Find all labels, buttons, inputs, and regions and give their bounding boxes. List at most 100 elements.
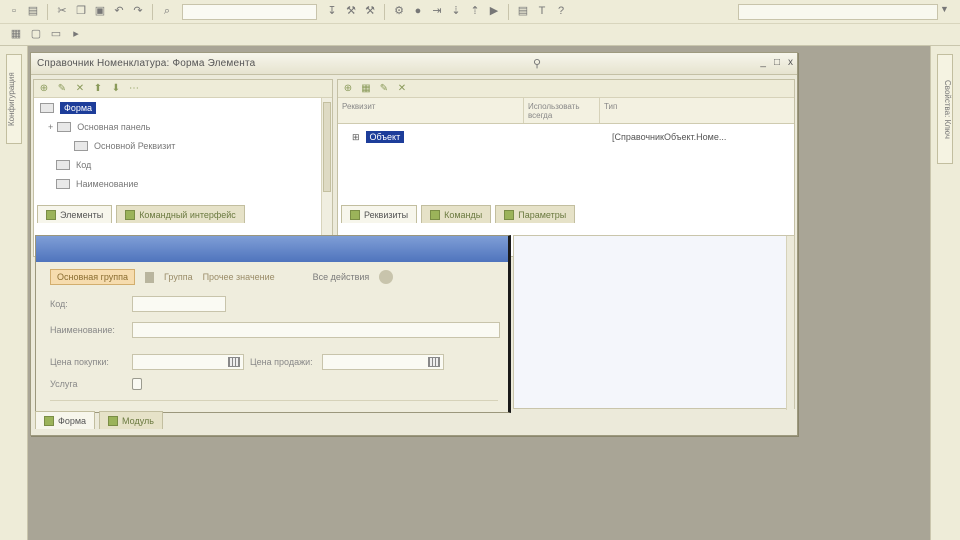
sale-price-label: Цена продажи: bbox=[250, 357, 313, 367]
table-icon[interactable]: ▦ bbox=[360, 83, 372, 95]
service-label: Услуга bbox=[50, 379, 78, 389]
move-up-icon[interactable]: ⬆ bbox=[92, 83, 104, 95]
column-header[interactable]: Реквизит bbox=[338, 98, 524, 123]
tool-icon[interactable]: ⚒ bbox=[343, 4, 359, 20]
scrollbar-thumb[interactable] bbox=[323, 102, 331, 192]
minimize-icon[interactable]: _ bbox=[760, 57, 766, 68]
close-icon[interactable]: x bbox=[788, 57, 793, 68]
breakpoint-icon[interactable]: ● bbox=[410, 4, 426, 20]
all-actions-menu[interactable]: Все действия bbox=[313, 272, 370, 282]
preview-scrollbar[interactable] bbox=[786, 236, 794, 410]
list-tabs: Реквизиты Команды Параметры bbox=[341, 203, 576, 223]
calculator-icon[interactable] bbox=[228, 357, 240, 367]
window-icon[interactable]: ▢ bbox=[28, 27, 44, 43]
parameters-icon bbox=[504, 209, 515, 220]
cut-icon[interactable]: ✂ bbox=[54, 4, 70, 20]
panel-icon bbox=[57, 121, 72, 132]
tab-form[interactable]: Форма bbox=[35, 411, 96, 429]
table-row[interactable]: ⊞ Объект [СправочникОбъект.Номе... bbox=[338, 128, 794, 146]
more-icon[interactable]: ⋯ bbox=[128, 83, 140, 95]
tab-main-group[interactable]: Основная группа bbox=[50, 269, 136, 285]
edit-icon[interactable]: ✎ bbox=[56, 83, 68, 95]
step-icon[interactable]: ⇥ bbox=[429, 4, 445, 20]
tree-item[interactable]: + Основная панель bbox=[34, 117, 332, 136]
arrow-icon[interactable]: ▸ bbox=[68, 27, 84, 43]
step-into-icon[interactable]: ⇣ bbox=[448, 4, 464, 20]
tree-item-label: Код bbox=[76, 159, 92, 170]
service-row: Услуга bbox=[50, 378, 142, 390]
code-input[interactable] bbox=[132, 296, 226, 312]
tab-other[interactable]: Прочее значение bbox=[203, 272, 275, 282]
window-titlebar[interactable]: Справочник Номенклатура: Форма Элемента … bbox=[31, 53, 797, 75]
form-preview-hscroll[interactable] bbox=[50, 400, 498, 408]
find-next-icon[interactable]: ↧ bbox=[324, 4, 340, 20]
sale-price-input[interactable] bbox=[322, 354, 444, 370]
window-icon[interactable]: ▭ bbox=[48, 27, 64, 43]
help-icon[interactable]: ? bbox=[553, 4, 569, 20]
paste-icon[interactable]: ▣ bbox=[92, 4, 108, 20]
delete-icon[interactable]: ✕ bbox=[396, 83, 408, 95]
copy-icon[interactable]: ❐ bbox=[73, 4, 89, 20]
tree-item[interactable]: Форма bbox=[34, 98, 332, 117]
properties-dock-tab[interactable]: Свойства: Ключ bbox=[937, 54, 953, 164]
tab-attributes[interactable]: Реквизиты bbox=[341, 205, 418, 223]
search-icon[interactable]: ⌕ bbox=[159, 4, 175, 20]
tab-parameters[interactable]: Параметры bbox=[495, 205, 576, 223]
search-combo-input[interactable] bbox=[182, 3, 317, 20]
tree-item-label: Основной Реквизит bbox=[94, 140, 176, 151]
pin-icon[interactable]: ⚲ bbox=[533, 57, 541, 70]
window-title: Справочник Номенклатура: Форма Элемента bbox=[37, 58, 256, 69]
add-icon[interactable]: ⊕ bbox=[38, 83, 50, 95]
tab-module[interactable]: Модуль bbox=[99, 411, 163, 429]
chevron-down-icon[interactable]: ▼ bbox=[940, 4, 952, 20]
text-icon[interactable]: T bbox=[534, 4, 550, 20]
new-icon[interactable]: ▫ bbox=[6, 4, 22, 20]
undo-icon[interactable]: ↶ bbox=[111, 4, 127, 20]
open-icon[interactable]: ▤ bbox=[25, 4, 41, 20]
list-header: Реквизит Использовать всегда Тип bbox=[338, 98, 794, 124]
workspace-background bbox=[800, 46, 930, 540]
config-combo-input[interactable] bbox=[738, 4, 938, 20]
calculator-icon[interactable] bbox=[428, 357, 440, 367]
expand-icon[interactable]: ⊞ bbox=[352, 132, 360, 143]
toolbar-separator bbox=[508, 3, 509, 20]
edit-icon[interactable]: ✎ bbox=[378, 83, 390, 95]
tab-group[interactable]: Группа bbox=[164, 272, 193, 282]
form-preview-tabs: Основная группа Группа Прочее значение В… bbox=[36, 266, 508, 288]
form-icon bbox=[40, 102, 54, 113]
module-icon[interactable]: ▤ bbox=[515, 4, 531, 20]
service-checkbox[interactable] bbox=[132, 378, 142, 390]
tree-item[interactable]: Код bbox=[34, 155, 332, 174]
tree-scrollbar[interactable] bbox=[321, 98, 332, 256]
help-icon[interactable] bbox=[379, 270, 394, 284]
properties-preview-pane bbox=[513, 235, 795, 410]
expand-icon[interactable]: + bbox=[48, 122, 53, 132]
tree-item[interactable]: Наименование bbox=[34, 174, 332, 193]
form-preview: Основная группа Группа Прочее значение В… bbox=[35, 235, 511, 413]
elements-icon bbox=[46, 209, 56, 220]
tab-commands[interactable]: Команды bbox=[421, 205, 492, 223]
maximize-icon[interactable]: □ bbox=[774, 57, 780, 68]
list-toolbar: ⊕ ▦ ✎ ✕ bbox=[338, 80, 794, 98]
window-controls: _ □ x bbox=[760, 57, 793, 68]
delete-icon[interactable]: ✕ bbox=[74, 83, 86, 95]
attributes-icon bbox=[350, 209, 360, 220]
column-header[interactable]: Тип bbox=[600, 98, 794, 123]
tool-icon[interactable]: ⚒ bbox=[362, 4, 378, 20]
redo-icon[interactable]: ↷ bbox=[130, 4, 146, 20]
debug-icon[interactable]: ⚙ bbox=[391, 4, 407, 20]
move-down-icon[interactable]: ⬇ bbox=[110, 83, 122, 95]
column-header[interactable]: Использовать всегда bbox=[524, 98, 600, 123]
secondary-toolbar: ▦ ▢ ▭ ▸ bbox=[0, 24, 960, 46]
layout-icon[interactable]: ▦ bbox=[8, 27, 24, 43]
tab-elements[interactable]: Элементы bbox=[37, 205, 113, 223]
tab-command-interface[interactable]: Командный интерфейс bbox=[116, 205, 245, 223]
name-input[interactable] bbox=[132, 322, 500, 338]
step-out-icon[interactable]: ⇡ bbox=[467, 4, 483, 20]
run-icon[interactable]: ▶ bbox=[486, 4, 502, 20]
configuration-dock-tab[interactable]: Конфигурация bbox=[6, 54, 22, 144]
add-icon[interactable]: ⊕ bbox=[342, 83, 354, 95]
tree-item[interactable]: Основной Реквизит bbox=[34, 136, 332, 155]
attributes-list: ⊕ ▦ ✎ ✕ Реквизит Использовать всегда Тип… bbox=[337, 79, 795, 257]
code-label: Код: bbox=[50, 299, 68, 309]
